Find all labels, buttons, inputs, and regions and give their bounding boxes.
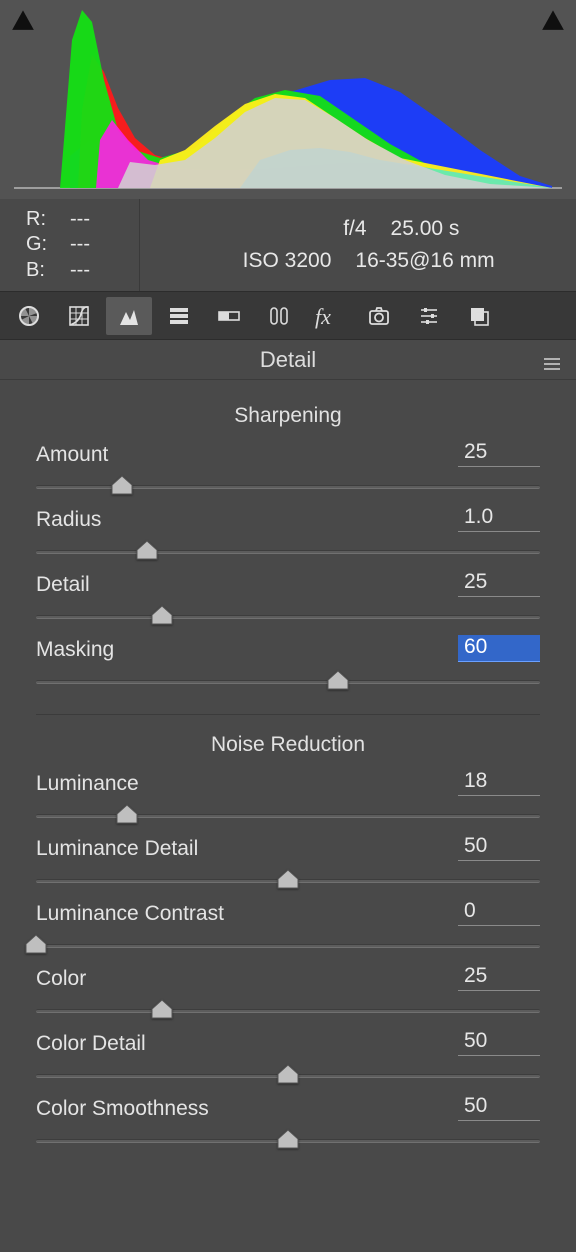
luminance-contrast-label: Luminance Contrast: [36, 902, 224, 926]
slider-luminance: Luminance 18: [0, 765, 576, 830]
color-detail-slider[interactable]: [36, 1064, 540, 1088]
slider-amount: Amount 25: [0, 436, 576, 501]
shutter-value: 25.00 s: [391, 217, 460, 241]
masking-value[interactable]: 60: [458, 635, 540, 662]
luminance-detail-value[interactable]: 50: [458, 834, 540, 861]
slider-luminance-contrast: Luminance Contrast 0: [0, 895, 576, 960]
panel-header-detail: Detail: [0, 340, 576, 380]
color-detail-thumb[interactable]: [277, 1064, 299, 1084]
luminance-detail-thumb[interactable]: [277, 869, 299, 889]
slider-detail: Detail 25: [0, 566, 576, 631]
b-label: B:: [26, 259, 70, 282]
r-label: R:: [26, 208, 70, 231]
slider-radius: Radius 1.0: [0, 501, 576, 566]
amount-value[interactable]: 25: [458, 440, 540, 467]
masking-slider[interactable]: [36, 670, 540, 694]
histogram[interactable]: [0, 0, 576, 199]
slider-luminance-detail: Luminance Detail 50: [0, 830, 576, 895]
color-detail-value[interactable]: 50: [458, 1029, 540, 1056]
luminance-slider[interactable]: [36, 804, 540, 828]
r-value: ---: [70, 208, 90, 231]
luminance-detail-label: Luminance Detail: [36, 837, 198, 861]
b-value: ---: [70, 259, 90, 282]
slider-color-detail: Color Detail 50: [0, 1025, 576, 1090]
detail-label: Detail: [36, 573, 90, 597]
detail-value[interactable]: 25: [458, 570, 540, 597]
slider-color-smoothness: Color Smoothness 50: [0, 1090, 576, 1155]
tab-effects[interactable]: fx: [306, 297, 352, 335]
g-value: ---: [70, 233, 90, 256]
luminance-label: Luminance: [36, 772, 139, 796]
detail-slider[interactable]: [36, 605, 540, 629]
masking-thumb[interactable]: [327, 670, 349, 690]
tab-tone-curve[interactable]: [56, 297, 102, 335]
slider-color: Color 25: [0, 960, 576, 1025]
luminance-detail-slider[interactable]: [36, 869, 540, 893]
tab-split-toning[interactable]: [206, 297, 252, 335]
tab-calibration[interactable]: [406, 297, 452, 335]
radius-thumb[interactable]: [136, 540, 158, 560]
iso-value: ISO 3200: [221, 249, 331, 273]
g-label: G:: [26, 233, 70, 256]
tab-detail[interactable]: [106, 297, 152, 335]
masking-label: Masking: [36, 638, 114, 662]
tab-bar: fx: [0, 292, 576, 340]
rgb-readout: R:--- G:--- B:---: [0, 199, 140, 291]
lens-value: 16-35@16 mm: [355, 249, 494, 273]
amount-label: Amount: [36, 443, 108, 467]
luminance-value[interactable]: 18: [458, 769, 540, 796]
sharpening-title: Sharpening: [0, 404, 576, 428]
panel-menu-icon[interactable]: [542, 352, 562, 378]
color-smoothness-thumb[interactable]: [277, 1129, 299, 1149]
slider-masking: Masking 60: [0, 631, 576, 696]
color-smoothness-value[interactable]: 50: [458, 1094, 540, 1121]
shadow-clip-toggle[interactable]: [10, 6, 36, 32]
luminance-contrast-thumb[interactable]: [25, 934, 47, 954]
color-thumb[interactable]: [151, 999, 173, 1019]
luminance-thumb[interactable]: [116, 804, 138, 824]
tab-hsl[interactable]: [156, 297, 202, 335]
luminance-contrast-slider[interactable]: [36, 934, 540, 958]
aperture-value: f/4: [257, 217, 367, 241]
radius-label: Radius: [36, 508, 101, 532]
tab-presets[interactable]: [456, 297, 502, 335]
luminance-contrast-value[interactable]: 0: [458, 899, 540, 926]
exif-readout: f/4 25.00 s ISO 3200 16-35@16 mm: [140, 199, 576, 291]
color-value[interactable]: 25: [458, 964, 540, 991]
color-smoothness-label: Color Smoothness: [36, 1097, 209, 1121]
detail-thumb[interactable]: [151, 605, 173, 625]
highlight-clip-toggle[interactable]: [540, 6, 566, 32]
color-smoothness-slider[interactable]: [36, 1129, 540, 1153]
tab-basic[interactable]: [6, 297, 52, 335]
color-slider[interactable]: [36, 999, 540, 1023]
info-row: R:--- G:--- B:--- f/4 25.00 s ISO 3200 1…: [0, 199, 576, 292]
divider: [36, 714, 540, 715]
panel-title: Detail: [260, 347, 316, 373]
radius-slider[interactable]: [36, 540, 540, 564]
noise-title: Noise Reduction: [0, 733, 576, 757]
color-label: Color: [36, 967, 86, 991]
tab-camera[interactable]: [356, 297, 402, 335]
tab-lens[interactable]: [256, 297, 302, 335]
color-detail-label: Color Detail: [36, 1032, 146, 1056]
amount-thumb[interactable]: [111, 475, 133, 495]
radius-value[interactable]: 1.0: [458, 505, 540, 532]
amount-slider[interactable]: [36, 475, 540, 499]
